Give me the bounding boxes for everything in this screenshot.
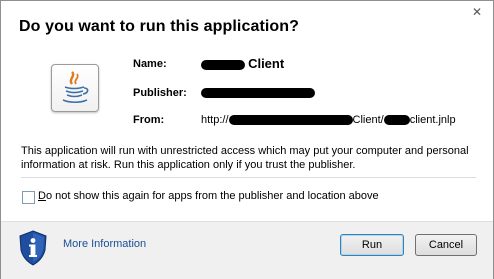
- name-value: Client: [201, 56, 284, 71]
- security-warning-text: This application will run with unrestric…: [21, 145, 469, 171]
- cancel-button[interactable]: Cancel: [415, 234, 477, 256]
- name-label: Name:: [133, 58, 167, 70]
- from-url-suffix: client.jnlp: [409, 114, 456, 126]
- from-value: http:// Client/client.jnlp: [201, 114, 456, 126]
- run-application-dialog: Do you want to run this application? ✕ N…: [0, 0, 494, 279]
- java-icon: [51, 64, 99, 112]
- checkbox-label-text: o not show this again for apps from the …: [45, 190, 379, 202]
- dialog-title: Do you want to run this application?: [19, 18, 300, 35]
- from-url-prefix: http://: [201, 114, 229, 126]
- redacted-text: [228, 115, 353, 126]
- info-shield-icon: [18, 230, 48, 271]
- publisher-value: [201, 87, 315, 99]
- checkbox-label-accelerator: D: [38, 190, 46, 202]
- redacted-text: [383, 115, 410, 126]
- dialog-footer: More Information Run Cancel: [1, 221, 493, 279]
- redacted-text: [201, 60, 245, 71]
- more-information-link[interactable]: More Information: [63, 238, 146, 250]
- do-not-show-label[interactable]: Do not show this again for apps from the…: [38, 190, 379, 202]
- close-icon[interactable]: ✕: [471, 6, 483, 18]
- run-button[interactable]: Run: [340, 234, 404, 256]
- publisher-label: Publisher:: [133, 87, 187, 99]
- do-not-show-checkbox[interactable]: [22, 191, 35, 204]
- divider: [21, 177, 476, 178]
- from-url-middle: Client/: [352, 114, 384, 126]
- app-name: Client: [248, 56, 285, 71]
- from-label: From:: [133, 114, 165, 126]
- redacted-text: [201, 88, 315, 99]
